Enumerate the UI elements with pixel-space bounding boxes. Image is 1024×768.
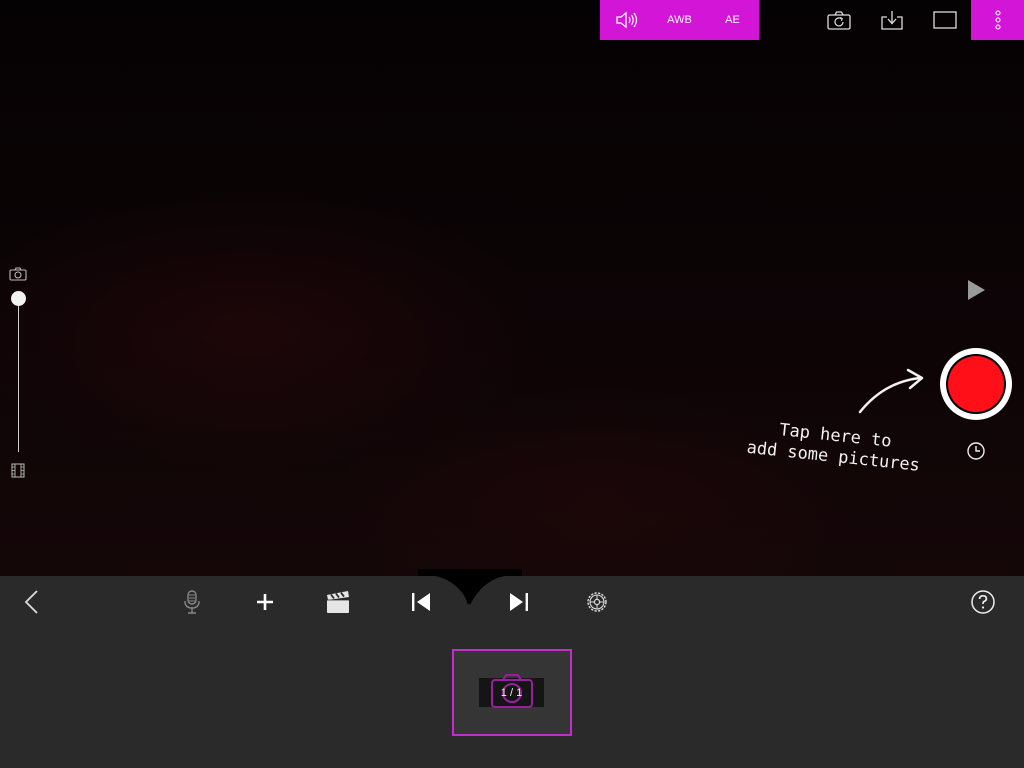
timer-icon[interactable] <box>966 441 986 461</box>
back-arrow-icon <box>24 590 38 614</box>
skip-to-start-button[interactable] <box>407 588 435 616</box>
zoom-slider-track[interactable] <box>18 296 19 452</box>
microphone-icon <box>184 590 200 614</box>
back-button[interactable] <box>18 588 46 616</box>
skip-to-start-icon <box>412 593 430 611</box>
camera-viewfinder[interactable] <box>0 0 1024 576</box>
volume-button[interactable] <box>600 0 653 40</box>
more-menu-button[interactable] <box>971 0 1024 40</box>
skip-to-end-icon <box>510 593 528 611</box>
skip-to-end-button[interactable] <box>505 588 533 616</box>
camera-controls-bar: AWB AE <box>600 0 759 40</box>
ae-button[interactable]: AE <box>706 0 759 40</box>
film-strip-icon <box>11 463 25 478</box>
capture-button[interactable] <box>940 348 1012 420</box>
record-dot-icon <box>948 356 1004 412</box>
settings-button[interactable] <box>583 588 611 616</box>
more-vertical-icon <box>994 10 1001 30</box>
zoom-slider-thumb[interactable] <box>11 291 26 306</box>
microphone-button[interactable] <box>178 588 206 616</box>
aspect-ratio-button[interactable] <box>931 8 959 32</box>
volume-icon <box>615 11 637 29</box>
stop-motion-app: AWB AE Tap here to add some pictures 1 /… <box>0 0 1024 768</box>
settings-gear-icon <box>587 592 607 612</box>
camera-zoom-icon <box>9 267 27 281</box>
clapperboard-button[interactable] <box>324 588 352 616</box>
import-button[interactable] <box>878 8 906 32</box>
frame-counter-wrap: 1 / 1 <box>479 678 544 707</box>
import-icon <box>881 11 903 30</box>
clapperboard-icon <box>327 591 349 613</box>
rotate-camera-icon <box>827 11 851 30</box>
help-button[interactable] <box>969 588 997 616</box>
hint-arrow-icon <box>858 368 924 414</box>
rotate-camera-button[interactable] <box>825 8 853 32</box>
play-icon[interactable] <box>964 277 988 303</box>
add-button[interactable] <box>251 588 279 616</box>
aspect-ratio-icon <box>933 11 957 29</box>
capture-button-ring <box>946 354 1006 414</box>
frame-counter: 1 / 1 <box>500 686 523 699</box>
help-icon <box>971 590 995 614</box>
awb-button[interactable]: AWB <box>653 0 706 40</box>
add-icon <box>257 594 273 610</box>
